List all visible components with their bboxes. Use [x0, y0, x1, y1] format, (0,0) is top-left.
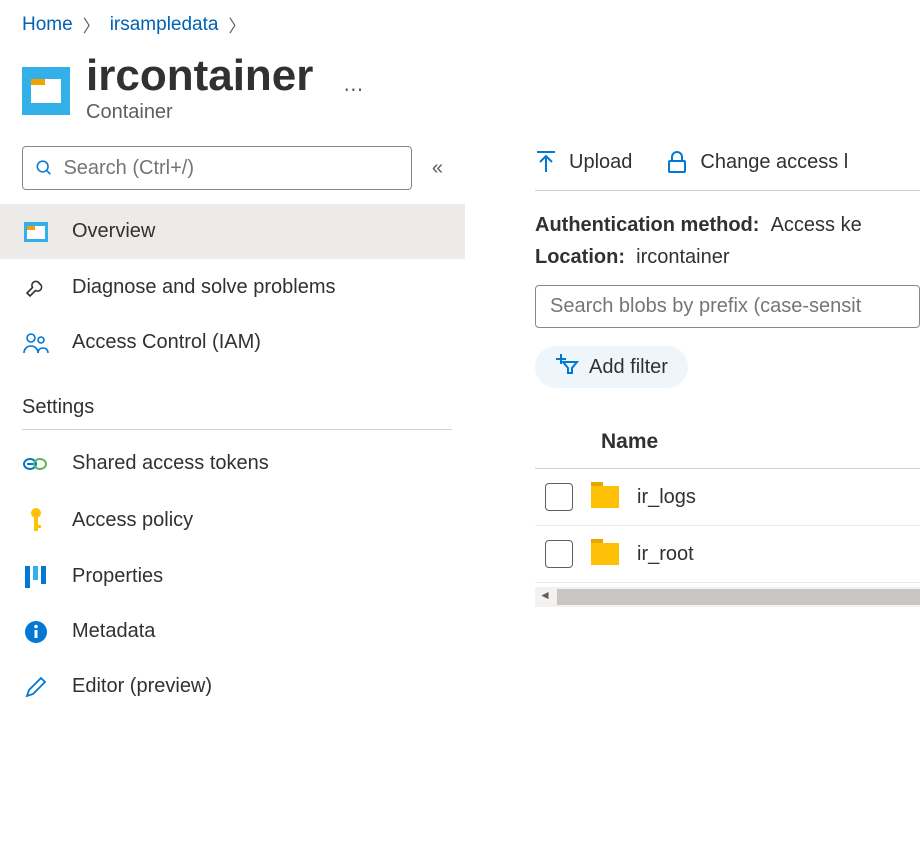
- meta-block: Authentication method: Access ke Locatio…: [535, 191, 920, 285]
- breadcrumb: Home 〉 irsampledata 〉: [0, 0, 920, 43]
- key-icon: [22, 507, 50, 533]
- breadcrumb-parent[interactable]: irsampledata: [110, 14, 219, 36]
- info-icon: [22, 621, 50, 643]
- breadcrumb-home[interactable]: Home: [22, 14, 73, 36]
- chevron-right-icon: 〉: [228, 12, 245, 37]
- page-subtitle: Container: [86, 101, 313, 124]
- page-title: ircontainer: [86, 53, 313, 99]
- auth-method-label: Authentication method:: [535, 214, 759, 236]
- nav-label: Access Control (IAM): [72, 331, 261, 354]
- link-icon: [22, 456, 50, 472]
- search-icon: [35, 158, 53, 178]
- people-icon: [22, 332, 50, 354]
- nav-access-policy[interactable]: Access policy: [0, 491, 465, 549]
- location-value: ircontainer: [636, 246, 729, 268]
- horizontal-scrollbar[interactable]: [535, 587, 920, 607]
- sidebar: « Overview Diagnose and solve problems A…: [0, 144, 465, 714]
- toolbar-label: Upload: [569, 151, 632, 174]
- row-name: ir_root: [637, 543, 694, 566]
- nav-label: Properties: [72, 565, 163, 588]
- location-label: Location:: [535, 246, 625, 268]
- more-actions-button[interactable]: ⋯: [343, 77, 363, 102]
- page-header: ircontainer Container ⋯: [0, 43, 920, 144]
- blob-search-input[interactable]: [550, 295, 905, 318]
- add-filter-button[interactable]: Add filter: [535, 346, 688, 388]
- upload-icon: [535, 150, 557, 174]
- table-row[interactable]: ir_root: [535, 526, 920, 583]
- sidebar-search[interactable]: [22, 146, 412, 190]
- main-content: Upload Change access l Authentication me…: [465, 144, 920, 714]
- section-settings-label: Settings: [0, 370, 465, 429]
- nav-diagnose[interactable]: Diagnose and solve problems: [0, 259, 465, 315]
- row-checkbox[interactable]: [545, 540, 573, 568]
- toolbar-label: Change access l: [700, 151, 848, 174]
- auth-method-value: Access ke: [771, 214, 862, 236]
- nav-label: Overview: [72, 220, 155, 243]
- properties-icon: [22, 566, 50, 588]
- container-icon: [22, 67, 70, 115]
- chevron-right-icon: 〉: [83, 12, 100, 37]
- nav-properties[interactable]: Properties: [0, 549, 465, 604]
- folder-icon: [591, 543, 619, 565]
- nav-editor[interactable]: Editor (preview): [0, 659, 465, 714]
- pencil-icon: [22, 676, 50, 698]
- filter-icon: [555, 354, 579, 380]
- upload-button[interactable]: Upload: [535, 150, 632, 174]
- add-filter-label: Add filter: [589, 356, 668, 379]
- row-checkbox[interactable]: [545, 483, 573, 511]
- nav-label: Diagnose and solve problems: [72, 276, 336, 299]
- nav-label: Editor (preview): [72, 675, 212, 698]
- table-head-name[interactable]: Name: [535, 418, 920, 469]
- lock-icon: [666, 150, 688, 174]
- nav-shared-tokens[interactable]: Shared access tokens: [0, 436, 465, 491]
- sidebar-search-input[interactable]: [63, 157, 398, 180]
- change-access-button[interactable]: Change access l: [666, 150, 848, 174]
- nav-overview[interactable]: Overview: [0, 204, 465, 259]
- divider: [22, 429, 452, 430]
- nav-metadata[interactable]: Metadata: [0, 604, 465, 659]
- nav-label: Shared access tokens: [72, 452, 269, 475]
- overview-icon: [22, 222, 50, 242]
- folder-icon: [591, 486, 619, 508]
- collapse-sidebar-button[interactable]: «: [432, 157, 443, 180]
- toolbar: Upload Change access l: [535, 144, 920, 191]
- blob-table: Name ir_logs ir_root: [535, 418, 920, 607]
- row-name: ir_logs: [637, 486, 696, 509]
- nav-label: Metadata: [72, 620, 155, 643]
- nav-label: Access policy: [72, 509, 193, 532]
- nav-iam[interactable]: Access Control (IAM): [0, 315, 465, 370]
- wrench-icon: [22, 275, 50, 299]
- table-row[interactable]: ir_logs: [535, 469, 920, 526]
- blob-search[interactable]: [535, 285, 920, 328]
